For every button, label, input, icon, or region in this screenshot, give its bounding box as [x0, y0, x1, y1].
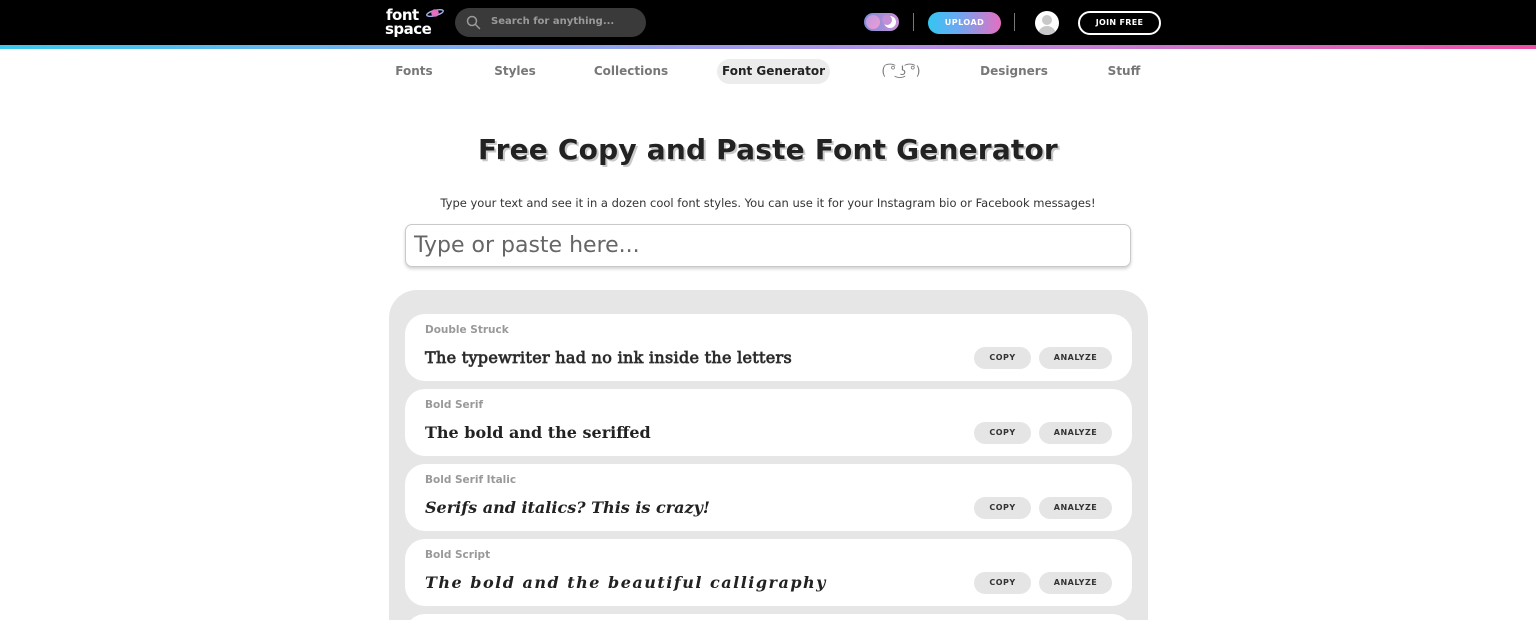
accent-stripe	[0, 45, 1536, 49]
analyze-button[interactable]: ANALYZE	[1039, 422, 1112, 444]
moon-icon	[882, 15, 896, 28]
divider	[913, 13, 914, 31]
planet-logo-icon	[426, 8, 444, 18]
style-sample[interactable]: The bold and the seriffed	[425, 423, 651, 442]
nav-font-generator[interactable]: Font Generator	[717, 59, 830, 84]
font-style-card: Double Struck The typewriter had no ink …	[405, 314, 1132, 381]
page-subtitle: Type your text and see it in a dozen coo…	[440, 196, 1096, 210]
text-input[interactable]	[405, 224, 1131, 267]
divider	[1014, 13, 1015, 31]
nav-stuff[interactable]: Stuff	[1100, 59, 1148, 84]
fontspace-logo[interactable]: font space	[385, 6, 445, 40]
search-icon	[466, 15, 481, 30]
style-sample[interactable]: Serifs and italics? This is crazy!	[425, 498, 710, 517]
theme-toggle-icon[interactable]	[864, 13, 899, 31]
analyze-button[interactable]: ANALYZE	[1039, 572, 1112, 594]
nav-styles[interactable]: Styles	[485, 59, 545, 84]
avatar-head	[1042, 15, 1052, 25]
search-box[interactable]: Search for anything...	[455, 8, 646, 37]
style-sample[interactable]: The bold and the beautiful calligraphy	[425, 573, 827, 592]
copy-button[interactable]: COPY	[974, 572, 1031, 594]
copy-button[interactable]: COPY	[974, 347, 1031, 369]
font-style-card: Bold Serif The bold and the seriffed COP…	[405, 389, 1132, 456]
font-style-card: Bold Script The bold and the beautiful c…	[405, 539, 1132, 606]
upload-button[interactable]: UPLOAD	[928, 12, 1001, 34]
style-name: Double Struck	[425, 324, 509, 336]
copy-button[interactable]: COPY	[974, 422, 1031, 444]
nav-lenny-face[interactable]: ( ͡° ͜ʖ ͡°)	[874, 59, 928, 84]
style-sample[interactable]: The typewriter had no ink inside the let…	[425, 348, 793, 368]
join-free-button[interactable]: JOIN FREE	[1078, 11, 1161, 35]
avatar-body	[1038, 26, 1056, 35]
style-name: Bold Serif Italic	[425, 474, 517, 486]
analyze-button[interactable]: ANALYZE	[1039, 347, 1112, 369]
page-title: Free Copy and Paste Font Generator	[478, 133, 1058, 166]
style-name: Bold Script	[425, 549, 491, 561]
search-input[interactable]: Search for anything...	[491, 16, 614, 27]
font-style-card-partial	[405, 614, 1132, 620]
avatar-icon[interactable]	[1035, 11, 1059, 35]
toggle-knob	[866, 15, 880, 29]
nav-designers[interactable]: Designers	[974, 59, 1054, 84]
logo-text-space: space	[385, 20, 432, 38]
nav-fonts[interactable]: Fonts	[385, 59, 443, 84]
font-style-card: Bold Serif Italic Serifs and italics? Th…	[405, 464, 1132, 531]
style-name: Bold Serif	[425, 399, 484, 411]
nav-collections[interactable]: Collections	[589, 59, 673, 84]
analyze-button[interactable]: ANALYZE	[1039, 497, 1112, 519]
copy-button[interactable]: COPY	[974, 497, 1031, 519]
top-bar: font space Search for anything... UPLOAD…	[0, 0, 1536, 45]
